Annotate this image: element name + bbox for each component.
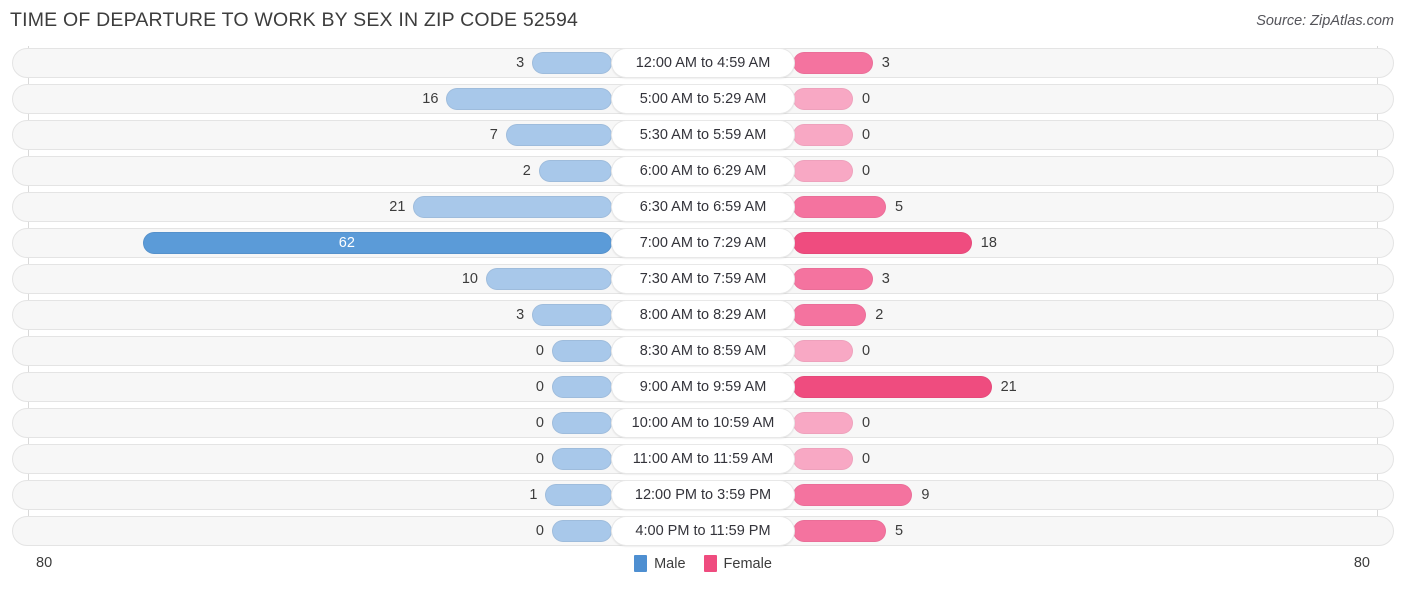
- bar-male[interactable]: [505, 124, 612, 146]
- category-label: 7:00 AM to 7:29 AM: [612, 229, 794, 257]
- bar-male[interactable]: [552, 412, 612, 434]
- bar-value-male: 21: [389, 199, 406, 215]
- bar-value-male: 3: [516, 55, 525, 71]
- bar-value-male: 62: [338, 235, 355, 251]
- bar-row: 21 5 6:30 AM to 6:59 AM: [0, 192, 1406, 222]
- bar-value-female: 5: [895, 523, 904, 539]
- legend-item[interactable]: Male: [634, 555, 686, 572]
- bar-value-male: 0: [535, 415, 544, 431]
- bar-value-male: 3: [516, 307, 525, 323]
- bar-female[interactable]: [793, 88, 853, 110]
- chart-legend: Male Female: [0, 555, 1406, 572]
- bar-row: 0 0 10:00 AM to 10:59 AM: [0, 408, 1406, 438]
- bar-female[interactable]: [793, 412, 853, 434]
- legend-label: Female: [723, 555, 772, 572]
- bar-value-male: 16: [422, 91, 439, 107]
- bar-value-female: 3: [881, 271, 890, 287]
- bar-female[interactable]: [793, 340, 853, 362]
- bar-female[interactable]: [793, 160, 853, 182]
- bar-female[interactable]: [793, 52, 873, 74]
- bar-value-male: 10: [461, 271, 478, 287]
- category-label: 7:30 AM to 7:59 AM: [612, 265, 794, 293]
- bar-male[interactable]: [142, 232, 612, 254]
- category-label: 8:30 AM to 8:59 AM: [612, 337, 794, 365]
- legend-label: Male: [654, 555, 686, 572]
- bar-female[interactable]: [793, 448, 853, 470]
- bar-rows-container: 3 3 12:00 AM to 4:59 AM 16 0 5:00 AM to 5:29 …: [0, 48, 1406, 552]
- bar-female[interactable]: [793, 268, 873, 290]
- chart-plot-area: 3 3 12:00 AM to 4:59 AM 16 0 5:00 AM to 5:29 …: [0, 42, 1406, 546]
- bar-row: 0 21 9:00 AM to 9:59 AM: [0, 372, 1406, 402]
- bar-female[interactable]: [793, 520, 886, 542]
- bar-value-male: 2: [522, 163, 531, 179]
- bar-value-female: 2: [875, 307, 884, 323]
- bar-value-male: 0: [535, 451, 544, 467]
- bar-row: 10 3 7:30 AM to 7:59 AM: [0, 264, 1406, 294]
- chart-header: TIME OF DEPARTURE TO WORK BY SEX IN ZIP …: [0, 0, 1406, 42]
- category-label: 9:00 AM to 9:59 AM: [612, 373, 794, 401]
- legend-swatch-icon: [634, 555, 648, 572]
- bar-female[interactable]: [793, 304, 867, 326]
- bar-male[interactable]: [486, 268, 612, 290]
- legend-swatch-icon: [703, 555, 717, 572]
- bar-value-female: 0: [862, 163, 871, 179]
- bar-value-male: 1: [529, 487, 538, 503]
- bar-row: 0 0 8:30 AM to 8:59 AM: [0, 336, 1406, 366]
- bar-row: 0 0 11:00 AM to 11:59 AM: [0, 444, 1406, 474]
- bar-row: 0 5 4:00 PM to 11:59 PM: [0, 516, 1406, 546]
- bar-male[interactable]: [552, 340, 612, 362]
- bar-female[interactable]: [793, 124, 853, 146]
- bar-female[interactable]: [793, 232, 972, 254]
- category-label: 4:00 PM to 11:59 PM: [612, 517, 794, 545]
- chart-footer: 80 80 Male Female: [0, 547, 1406, 595]
- bar-value-female: 5: [895, 199, 904, 215]
- category-label: 12:00 PM to 3:59 PM: [612, 481, 794, 509]
- category-label: 6:30 AM to 6:59 AM: [612, 193, 794, 221]
- page-title: TIME OF DEPARTURE TO WORK BY SEX IN ZIP …: [10, 9, 579, 31]
- legend-item[interactable]: Female: [703, 555, 772, 572]
- bar-value-female: 0: [862, 451, 871, 467]
- category-label: 6:00 AM to 6:29 AM: [612, 157, 794, 185]
- category-label: 5:30 AM to 5:59 AM: [612, 121, 794, 149]
- bar-row: 3 3 12:00 AM to 4:59 AM: [0, 48, 1406, 78]
- bar-value-female: 0: [862, 343, 871, 359]
- bar-male[interactable]: [538, 160, 612, 182]
- bar-male[interactable]: [413, 196, 612, 218]
- bar-male[interactable]: [545, 484, 612, 506]
- bar-value-female: 0: [862, 91, 871, 107]
- bar-value-female: 18: [980, 235, 997, 251]
- bar-female[interactable]: [793, 196, 886, 218]
- bar-male[interactable]: [552, 376, 612, 398]
- bar-row: 3 2 8:00 AM to 8:29 AM: [0, 300, 1406, 330]
- category-label: 8:00 AM to 8:29 AM: [612, 301, 794, 329]
- bar-male[interactable]: [532, 304, 612, 326]
- bar-value-female: 0: [862, 415, 871, 431]
- bar-row: 7 0 5:30 AM to 5:59 AM: [0, 120, 1406, 150]
- category-label: 10:00 AM to 10:59 AM: [612, 409, 794, 437]
- bar-row: 2 0 6:00 AM to 6:29 AM: [0, 156, 1406, 186]
- bar-value-male: 0: [535, 379, 544, 395]
- bar-value-female: 9: [921, 487, 930, 503]
- bar-value-female: 3: [881, 55, 890, 71]
- bar-value-male: 0: [535, 343, 544, 359]
- bar-male[interactable]: [532, 52, 612, 74]
- bar-value-female: 0: [862, 127, 871, 143]
- bar-row: 1 9 12:00 PM to 3:59 PM: [0, 480, 1406, 510]
- bar-male[interactable]: [446, 88, 612, 110]
- bar-female[interactable]: [793, 376, 992, 398]
- bar-male[interactable]: [552, 520, 612, 542]
- bar-row: 62 18 7:00 AM to 7:29 AM: [0, 228, 1406, 258]
- category-label: 5:00 AM to 5:29 AM: [612, 85, 794, 113]
- bar-value-male: 0: [535, 523, 544, 539]
- category-label: 12:00 AM to 4:59 AM: [612, 49, 794, 77]
- source-attribution: Source: ZipAtlas.com: [1256, 13, 1394, 29]
- bar-value-male: 7: [489, 127, 498, 143]
- bar-value-female: 21: [1000, 379, 1017, 395]
- category-label: 11:00 AM to 11:59 AM: [612, 445, 794, 473]
- bar-male[interactable]: [552, 448, 612, 470]
- bar-row: 16 0 5:00 AM to 5:29 AM: [0, 84, 1406, 114]
- bar-female[interactable]: [793, 484, 913, 506]
